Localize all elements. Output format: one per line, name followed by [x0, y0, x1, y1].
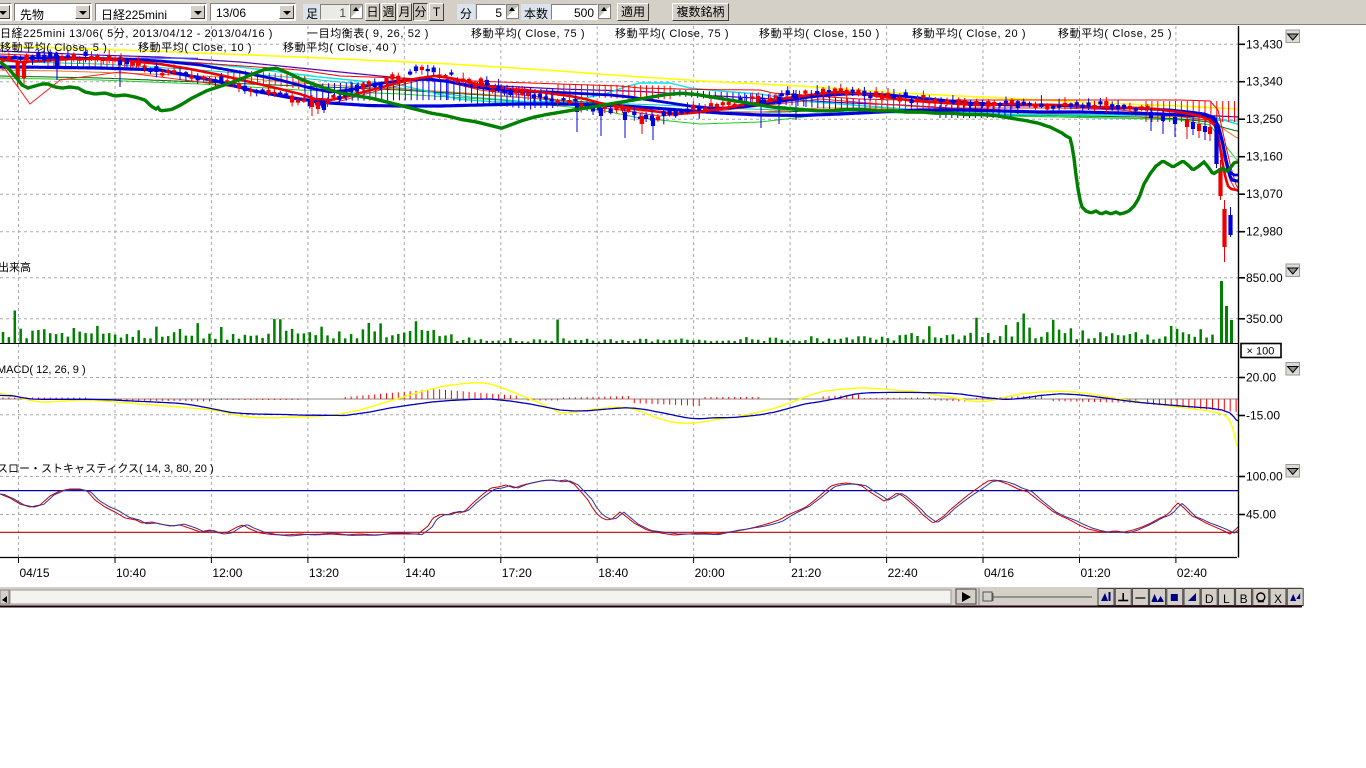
svg-text:一目均衡表( 9, 26, 52 ): 一目均衡表( 9, 26, 52 ): [307, 26, 429, 40]
svg-text:13:20: 13:20: [309, 566, 339, 580]
svg-text:移動平均( Close, 20 ): 移動平均( Close, 20 ): [912, 26, 1026, 40]
svg-text:04/15: 04/15: [20, 566, 50, 580]
svg-text:移動平均( Close, 75 ): 移動平均( Close, 75 ): [615, 26, 729, 40]
svg-text:移動平均( Close, 40 ): 移動平均( Close, 40 ): [283, 40, 397, 54]
svg-text:X: X: [1274, 592, 1282, 606]
svg-text:22:40: 22:40: [888, 566, 918, 580]
svg-text:出来高: 出来高: [0, 260, 31, 274]
svg-text:移動平均( Close, 10 ): 移動平均( Close, 10 ): [138, 40, 252, 54]
svg-text:10:40: 10:40: [116, 566, 146, 580]
svg-text:18:40: 18:40: [598, 566, 628, 580]
svg-text:17:20: 17:20: [502, 566, 532, 580]
svg-text:13,430: 13,430: [1246, 37, 1283, 51]
svg-text:移動平均( Close, 5 ): 移動平均( Close, 5 ): [0, 40, 107, 54]
svg-text:21:20: 21:20: [791, 566, 821, 580]
svg-text:04/16: 04/16: [984, 566, 1014, 580]
svg-text:B: B: [1240, 592, 1248, 606]
svg-text:移動平均( Close, 25 ): 移動平均( Close, 25 ): [1058, 26, 1172, 40]
svg-text:12:00: 12:00: [212, 566, 242, 580]
svg-text:350.00: 350.00: [1246, 312, 1283, 326]
svg-text:20:00: 20:00: [695, 566, 725, 580]
svg-text:スロー・ストキャスティクス( 14, 3, 80, 20 ): スロー・ストキャスティクス( 14, 3, 80, 20 ): [0, 462, 214, 475]
svg-text:14:40: 14:40: [405, 566, 435, 580]
svg-text:移動平均( Close, 150 ): 移動平均( Close, 150 ): [759, 26, 880, 40]
svg-text:12,980: 12,980: [1246, 225, 1283, 239]
svg-text:01:20: 01:20: [1081, 566, 1111, 580]
svg-text:日経225mini 13/06( 5分, 2013/04/1: 日経225mini 13/06( 5分, 2013/04/12 - 2013/0…: [0, 27, 273, 40]
svg-text:13,340: 13,340: [1246, 75, 1283, 89]
svg-text:× 100: × 100: [1247, 346, 1275, 358]
svg-text:MACD( 12, 26, 9 ): MACD( 12, 26, 9 ): [0, 364, 86, 376]
svg-text:13,160: 13,160: [1246, 150, 1283, 164]
svg-text:移動平均( Close, 75 ): 移動平均( Close, 75 ): [471, 26, 585, 40]
svg-text:13,250: 13,250: [1246, 112, 1283, 126]
svg-text:-15.00: -15.00: [1246, 409, 1280, 423]
svg-text:850.00: 850.00: [1246, 271, 1283, 285]
svg-text:L: L: [1223, 592, 1230, 606]
svg-text:45.00: 45.00: [1246, 508, 1276, 522]
svg-text:D: D: [1205, 592, 1214, 606]
svg-text:20.00: 20.00: [1246, 371, 1276, 385]
svg-text:02:40: 02:40: [1177, 566, 1207, 580]
svg-text:100.00: 100.00: [1246, 470, 1283, 484]
svg-text:13,070: 13,070: [1246, 187, 1283, 201]
